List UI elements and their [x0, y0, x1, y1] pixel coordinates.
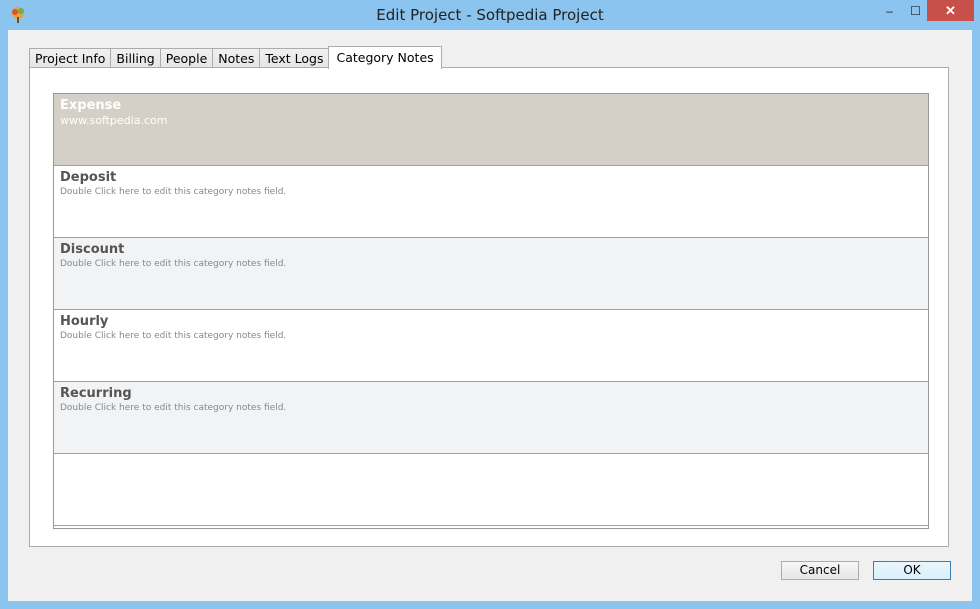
tab-notes[interactable]: Notes [212, 48, 261, 68]
tab-people[interactable]: People [159, 48, 214, 68]
category-row-deposit[interactable]: Deposit Double Click here to edit this c… [54, 166, 928, 238]
category-row-hourly[interactable]: Hourly Double Click here to edit this ca… [54, 310, 928, 382]
category-row-expense[interactable]: Expense www.softpedia.com [54, 94, 928, 166]
category-title: Expense [60, 98, 122, 113]
category-row-recurring[interactable]: Recurring Double Click here to edit this… [54, 382, 928, 454]
tab-billing[interactable]: Billing [110, 48, 161, 68]
maximize-button[interactable]: ☐ [902, 0, 929, 21]
category-note: Double Click here to edit this category … [60, 187, 287, 197]
category-notes-panel: Expense www.softpedia.com Deposit Double… [29, 67, 949, 547]
ok-button[interactable]: OK [873, 561, 951, 580]
category-notes-list[interactable]: Expense www.softpedia.com Deposit Double… [53, 93, 929, 529]
tab-category-notes[interactable]: Category Notes [328, 46, 442, 69]
cancel-button[interactable]: Cancel [781, 561, 859, 580]
category-row-discount[interactable]: Discount Double Click here to edit this … [54, 238, 928, 310]
minimize-button[interactable]: – [876, 0, 903, 21]
dialog-client-area: Project Info Billing People Notes Text L… [8, 30, 972, 601]
title-bar[interactable]: Edit Project - Softpedia Project – ☐ ✕ [0, 0, 980, 30]
category-title: Hourly [60, 314, 109, 329]
category-title: Recurring [60, 386, 132, 401]
tab-text-logs[interactable]: Text Logs [259, 48, 330, 68]
category-title: Discount [60, 242, 125, 257]
category-note: www.softpedia.com [60, 114, 168, 127]
tab-project-info[interactable]: Project Info [29, 48, 112, 68]
close-button[interactable]: ✕ [927, 0, 974, 21]
category-note: Double Click here to edit this category … [60, 403, 287, 413]
empty-row [54, 454, 928, 526]
category-note: Double Click here to edit this category … [60, 259, 287, 269]
tab-strip: Project Info Billing People Notes Text L… [29, 45, 442, 69]
edit-project-window: Edit Project - Softpedia Project – ☐ ✕ P… [0, 0, 980, 609]
window-title: Edit Project - Softpedia Project [376, 6, 604, 24]
category-title: Deposit [60, 170, 117, 185]
category-note: Double Click here to edit this category … [60, 331, 287, 341]
